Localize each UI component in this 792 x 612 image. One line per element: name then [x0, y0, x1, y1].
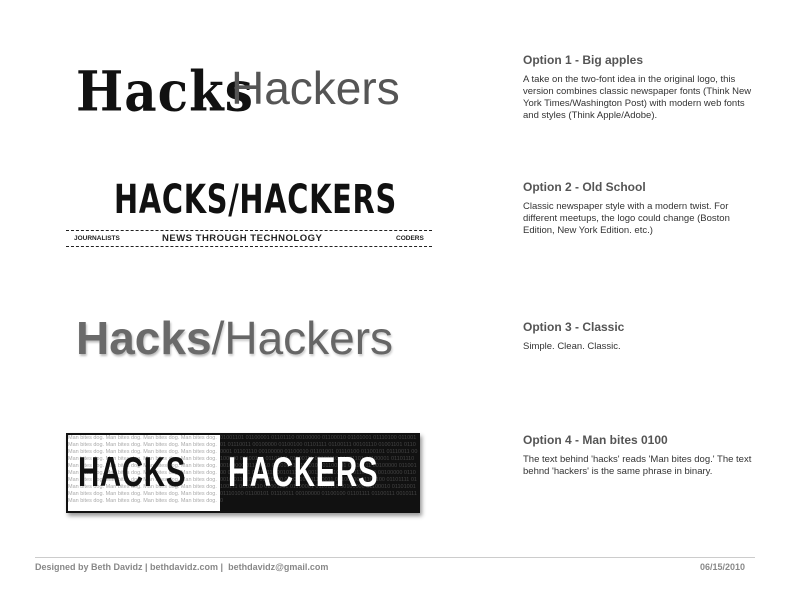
- option2-tagline-bar: JOURNALISTS NEWS THROUGH TECHNOLOGY CODE…: [66, 230, 432, 247]
- option1-title: Option 1 - Big apples: [523, 53, 644, 67]
- option4-logo-hacks: HACKS: [78, 448, 187, 495]
- option2-logo-main: HACKS/HACKERS: [114, 177, 397, 223]
- option1-description: A take on the two-font idea in the origi…: [523, 74, 752, 121]
- option3-title: Option 3 - Classic: [523, 320, 625, 334]
- option3-logo-slash: /: [211, 312, 225, 364]
- option3-logo: Hacks/Hackers: [76, 306, 436, 370]
- option2-text: Option 2 - Old School Classic newspaper …: [523, 180, 763, 237]
- option1-logo: Hacks Hackers: [76, 52, 436, 142]
- option2-logo: HACKS/HACKERS JOURNALISTS NEWS THROUGH T…: [66, 172, 434, 252]
- footer-credit: Designed by Beth Davidz | bethdavidz.com…: [35, 562, 329, 572]
- option1-logo-blackletter: Hacks: [76, 58, 254, 124]
- option2-right-tag: CODERS: [396, 235, 424, 242]
- option3-description: Simple. Clean. Classic.: [523, 341, 621, 352]
- footer-divider: [35, 557, 755, 558]
- option1-logo-modern: Hackers: [231, 62, 400, 114]
- option1-text: Option 1 - Big apples A take on the two-…: [523, 53, 763, 122]
- option2-tagline: NEWS THROUGH TECHNOLOGY: [162, 233, 323, 244]
- option3-logo-thin: Hackers: [224, 312, 394, 364]
- option3-text: Option 3 - Classic Simple. Clean. Classi…: [523, 320, 763, 353]
- footer-date: 06/15/2010: [700, 562, 746, 572]
- option4-logo: Man bites dog. Man bites dog. Man bites …: [66, 433, 420, 513]
- option2-description: Classic newspaper style with a modern tw…: [523, 201, 730, 236]
- option4-title: Option 4 - Man bites 0100: [523, 433, 668, 447]
- option3-logo-bold: Hacks: [76, 312, 212, 364]
- option2-title: Option 2 - Old School: [523, 180, 646, 194]
- option2-left-tag: JOURNALISTS: [74, 235, 120, 242]
- option4-text: Option 4 - Man bites 0100 The text behin…: [523, 433, 763, 478]
- option4-description: The text behind 'hacks' reads 'Man bites…: [523, 454, 752, 477]
- option4-logo-hackers: HACKERS: [228, 448, 379, 495]
